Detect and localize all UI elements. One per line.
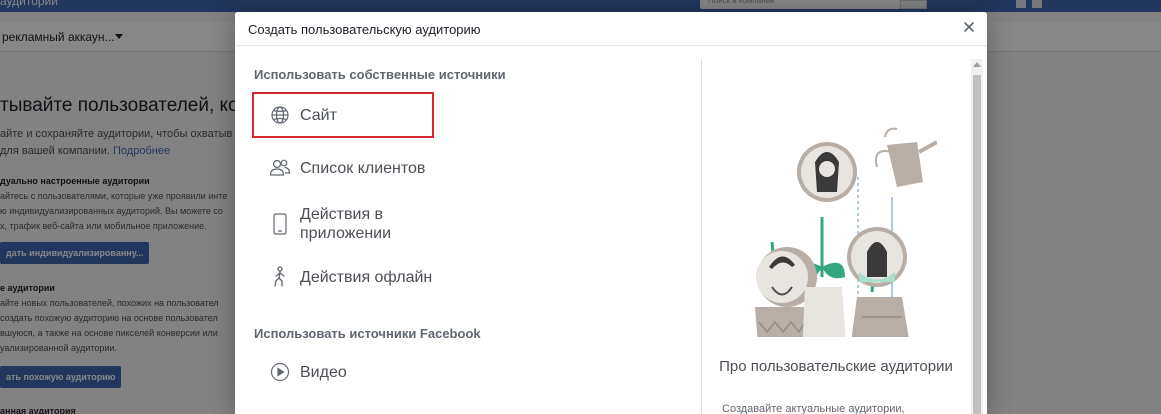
source-option-label: Действия офлайн [300, 268, 433, 286]
dialog-title: Создать пользовательскую аудиторию [248, 22, 481, 37]
audience-illustration [737, 107, 938, 357]
source-option-label: Действия в приложении [300, 206, 392, 242]
scrollbar-thumb[interactable] [973, 75, 981, 414]
play-icon [269, 361, 291, 383]
people-icon [269, 157, 291, 179]
watering-can-icon [875, 127, 938, 187]
info-description: Создавайте актуальные аудитории, добавля… [722, 403, 905, 414]
source-option-label: Видео [300, 363, 347, 381]
source-options: Использовать собственные источники Сайт [235, 47, 701, 414]
person-walking-icon [269, 266, 291, 288]
create-custom-audience-dialog: Создать пользовательскую аудиторию Испол… [235, 12, 987, 414]
dialog-header: Создать пользовательскую аудиторию [235, 12, 987, 46]
own-sources-title: Использовать собственные источники [254, 67, 506, 82]
source-option-app-activity[interactable]: Действия в приложении [252, 203, 434, 245]
source-option-website[interactable]: Сайт [252, 92, 434, 138]
info-panel: Про пользовательские аудитории Создавайт… [702, 47, 970, 414]
info-title: Про пользовательские аудитории [719, 358, 953, 375]
source-option-video[interactable]: Видео [252, 361, 434, 383]
source-option-label: Список клиентов [300, 159, 426, 177]
source-option-customer-list[interactable]: Список клиентов [252, 157, 434, 179]
dialog-scrollbar[interactable] [971, 59, 983, 414]
facebook-sources-title: Использовать источники Facebook [254, 326, 481, 341]
close-icon[interactable] [961, 19, 977, 35]
phone-icon [269, 213, 291, 235]
source-option-offline-activity[interactable]: Действия офлайн [252, 266, 434, 288]
scroll-up-icon[interactable] [973, 62, 981, 67]
globe-icon [269, 104, 291, 126]
source-option-label: Сайт [300, 106, 337, 124]
next-option-peek [299, 407, 409, 414]
